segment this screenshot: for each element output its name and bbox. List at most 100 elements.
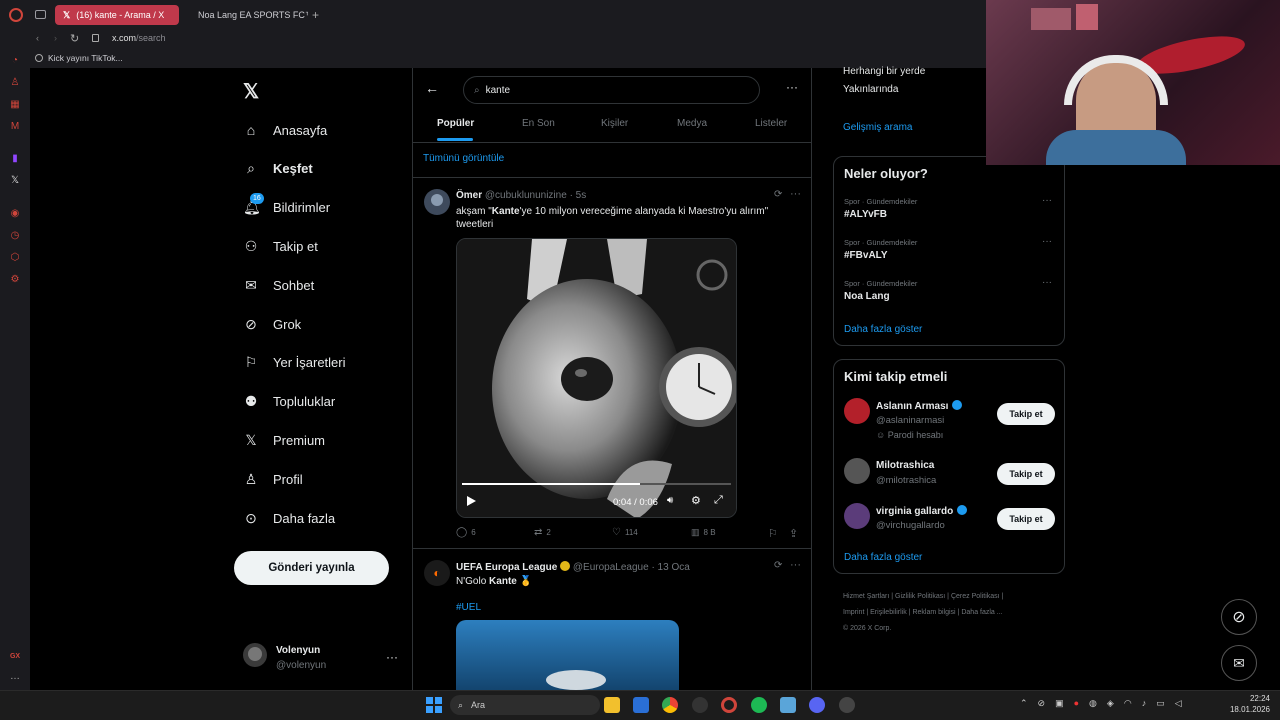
follow-button[interactable]: Takip et [997, 463, 1055, 485]
aria-icon[interactable]: ◔ [9, 55, 21, 67]
view-all-link[interactable]: Tümünü görüntüle [423, 153, 504, 164]
tray-icon[interactable]: ⊘ [1038, 698, 1046, 709]
footer-link[interactable]: Erişilebilirlik [870, 609, 907, 616]
opera-gx-icon[interactable] [721, 697, 737, 713]
footer-link[interactable]: Çerez Politikası [951, 593, 1000, 600]
volume-icon[interactable]: ◁ [1175, 698, 1182, 709]
video-settings-icon[interactable]: ⚙ [691, 494, 701, 507]
file-explorer-icon[interactable] [604, 697, 620, 713]
back-icon[interactable]: ‹ [36, 33, 39, 43]
nav-item-premium[interactable]: 𝕏 Premium [243, 427, 325, 453]
nav-item-bildirimler[interactable]: 🔔︎ 16 Bildirimler [243, 193, 330, 221]
trend-name[interactable]: #ALYvFB [844, 209, 887, 220]
back-arrow-icon[interactable]: ← [425, 80, 439, 96]
post-avatar[interactable]: ◐ [424, 560, 450, 586]
tab-popular[interactable]: Popüler [437, 118, 474, 129]
grok-float-icon[interactable]: ⊘ [1221, 599, 1257, 635]
search-input[interactable]: ⌕ kante [463, 76, 760, 104]
tab-inactive[interactable]: Noa Lang EA SPORTS FC™ [184, 5, 308, 25]
history-icon[interactable]: ◷ [9, 230, 21, 242]
nav-item-profil[interactable]: ♙ Profil [243, 466, 303, 492]
account-menu-icon[interactable]: ··· [386, 650, 398, 664]
post-handle[interactable]: @cubuklununizine [485, 190, 567, 201]
bookmark-item[interactable]: Kick yayını TikTok... [35, 53, 123, 63]
clock[interactable]: 22:24 18.01.2026 [1222, 693, 1270, 715]
tab-overview-icon[interactable] [35, 10, 46, 19]
discord-icon[interactable] [809, 697, 825, 713]
gmail-icon[interactable]: M [9, 121, 21, 133]
footer-link[interactable]: Daha fazla ... [961, 609, 1002, 616]
nav-item-takip-et[interactable]: ⚇ Takip et [243, 233, 318, 259]
suggest-avatar[interactable] [844, 503, 870, 529]
steam-icon[interactable]: ◍ [1089, 698, 1097, 709]
filter-location-any[interactable]: Herhangi bir yerde [843, 66, 925, 77]
post-author[interactable]: Ömer [456, 190, 482, 201]
hashtag-link[interactable]: #UEL [456, 602, 481, 613]
new-tab-icon[interactable]: + [312, 8, 319, 22]
gx-icon[interactable]: GX [9, 651, 21, 663]
tab-active[interactable]: 𝕏 (16) kante - Arama / X [55, 5, 179, 25]
suggest-name[interactable]: virginia gallardo [876, 505, 968, 517]
filter-location-near[interactable]: Yakınlarında [843, 84, 898, 95]
post-more-icon[interactable]: ··· [790, 559, 801, 571]
chrome-icon[interactable] [662, 697, 678, 713]
settings-icon[interactable]: ⚙ [9, 274, 21, 286]
pinboard-icon[interactable]: ⬡ [9, 252, 21, 264]
tray-icon[interactable]: ▣ [1055, 698, 1064, 709]
chevron-up-icon[interactable]: ⌃ [1020, 698, 1028, 709]
share-icon[interactable]: ⇪ [789, 527, 798, 540]
post-button[interactable]: Gönderi yayınla [234, 551, 389, 585]
windows-start-icon[interactable] [426, 697, 442, 713]
post-more-icon[interactable]: ··· [790, 188, 801, 200]
url-field[interactable]: x.com/search [112, 33, 166, 43]
nav-item-sohbet[interactable]: ✉ Sohbet [243, 272, 314, 298]
bookmark-post-icon[interactable]: ⚐ [768, 527, 778, 540]
post-avatar[interactable] [424, 189, 450, 215]
footer-link[interactable]: Reklam bilgisi [912, 609, 955, 616]
tray-icon[interactable]: ◈ [1107, 698, 1114, 709]
taskbar-search[interactable]: ⌕ Ara [450, 695, 600, 715]
forward-icon[interactable]: › [54, 33, 57, 43]
trend-name[interactable]: #FBvALY [844, 250, 888, 261]
tab-media[interactable]: Medya [677, 118, 707, 129]
reply-action[interactable]: ◯ 6 [456, 527, 476, 538]
nav-item-topluluklar[interactable]: ⚉ Topluluklar [243, 389, 335, 415]
post-time[interactable]: · 5s [570, 190, 587, 201]
trend-more-icon[interactable]: ··· [1042, 277, 1052, 288]
footer-link[interactable]: Imprint [843, 609, 864, 616]
app-icon[interactable] [780, 697, 796, 713]
trend-more-icon[interactable]: ··· [1042, 236, 1052, 247]
footer-link[interactable]: Gizlilik Politikası [895, 593, 945, 600]
nav-item-grok[interactable]: ⊘ Grok [243, 311, 301, 337]
system-tray[interactable]: ⌃ ⊘ ▣ ● ◍ ◈ ◠ ♪ ▭ ◁ [1020, 698, 1182, 709]
extension-icon[interactable]: ▦ [9, 99, 21, 111]
post-handle[interactable]: @EuropaLeague [573, 562, 649, 573]
wifi-icon[interactable]: ◠ [1124, 698, 1132, 709]
x-logo-icon[interactable]: 𝕏 [243, 79, 259, 104]
suggest-name[interactable]: Aslanın Arması [876, 400, 963, 412]
post-image[interactable] [456, 620, 679, 690]
trend-name[interactable]: Noa Lang [844, 291, 890, 302]
grok-explain-icon[interactable]: ⟳ [774, 560, 782, 571]
volume-icon[interactable]: 🔊︎ [667, 495, 673, 506]
video-player[interactable]: 0:04 / 0:06 🔊︎ ⚙ ⤢ [456, 238, 737, 518]
player-icon[interactable]: ◉ [9, 208, 21, 220]
footer-link[interactable]: Hizmet Şartları [843, 593, 889, 600]
app-icon[interactable] [692, 697, 708, 713]
post-card[interactable]: ◐ UEFA Europa League @EuropaLeague · 13 … [413, 549, 811, 690]
nav-item-ke-fet[interactable]: ⌕ Keşfet [243, 156, 313, 182]
play-icon[interactable] [467, 496, 476, 506]
opera-logo-icon[interactable] [9, 8, 23, 22]
workspace-icon[interactable]: ♙ [9, 77, 21, 89]
reload-icon[interactable]: ↻ [70, 32, 79, 45]
nav-item-anasayfa[interactable]: ⌂ Anasayfa [243, 117, 327, 143]
post-card[interactable]: Ömer @cubuklununizine · 5s ⟳ ··· akşam "… [413, 178, 811, 548]
who-show-more[interactable]: Daha fazla göster [844, 552, 922, 563]
grok-explain-icon[interactable]: ⟳ [774, 189, 782, 200]
app-icon[interactable] [839, 697, 855, 713]
avatar[interactable] [243, 643, 267, 667]
fullscreen-icon[interactable]: ⤢ [714, 494, 723, 507]
repost-action[interactable]: ⇄ 2 [534, 527, 551, 538]
nav-item-yer-i-aretleri[interactable]: ⚐ Yer İşaretleri [243, 350, 346, 376]
tab-lists[interactable]: Listeler [755, 118, 787, 129]
